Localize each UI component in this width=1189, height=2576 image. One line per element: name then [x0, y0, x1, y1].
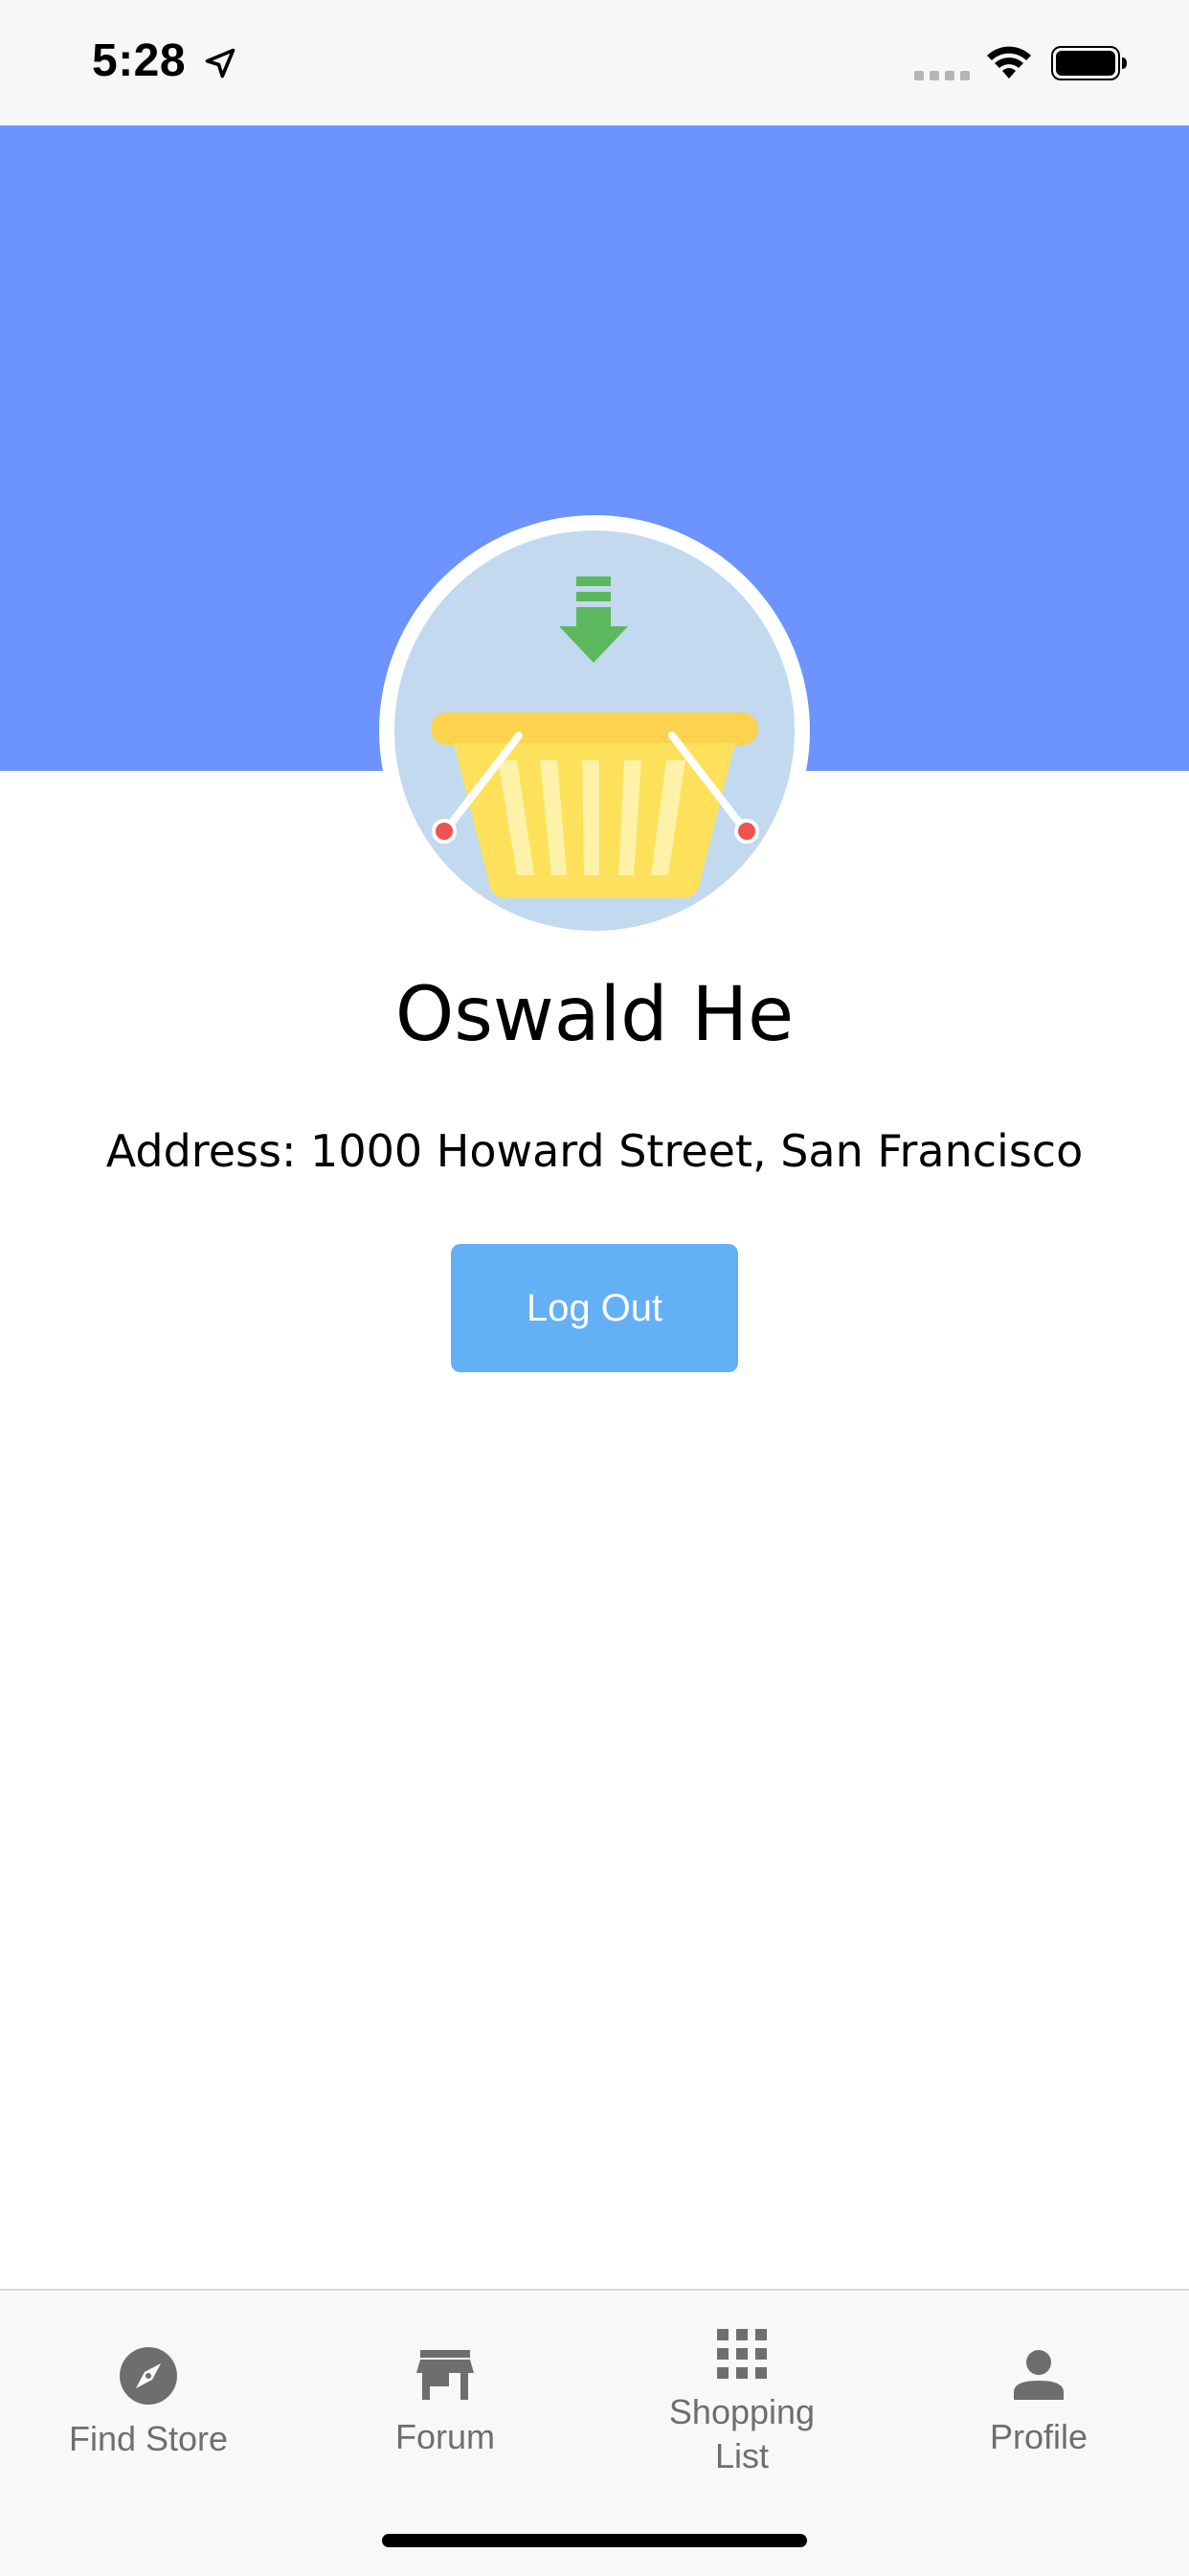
logout-button[interactable]: Log Out: [451, 1244, 738, 1372]
avatar-image: [394, 531, 795, 931]
bottom-tab-bar: Find Store Forum Shopping List Profile: [0, 2289, 1189, 2576]
battery-icon: [1051, 46, 1127, 80]
location-arrow-icon: [205, 48, 236, 79]
tab-label: Profile: [989, 2417, 1088, 2456]
status-time: 5:28: [92, 35, 187, 86]
tab-label: Find Store: [68, 2419, 229, 2458]
home-indicator: [382, 2534, 807, 2547]
tab-forum[interactable]: Forum: [297, 2291, 594, 2511]
tab-find-store[interactable]: Find Store: [0, 2291, 297, 2511]
tab-shopping-list[interactable]: Shopping List: [594, 2291, 890, 2511]
compass-icon: [120, 2347, 177, 2405]
tab-profile[interactable]: Profile: [890, 2291, 1187, 2511]
tab-label: Forum: [394, 2417, 495, 2456]
tab-label: Shopping List: [668, 2392, 816, 2475]
profile-address: Address: 1000 Howard Street, San Francis…: [105, 1125, 1084, 1177]
person-icon: [1014, 2350, 1064, 2400]
profile-name: Oswald He: [394, 972, 795, 1058]
avatar: [379, 515, 810, 946]
store-icon: [416, 2350, 474, 2400]
status-bar: 5:28: [0, 0, 1189, 125]
wifi-icon: [987, 46, 1031, 79]
grid-icon: [717, 2329, 767, 2379]
cellular-signal-icon: [914, 71, 970, 80]
shopping-basket-icon: [431, 576, 759, 898]
